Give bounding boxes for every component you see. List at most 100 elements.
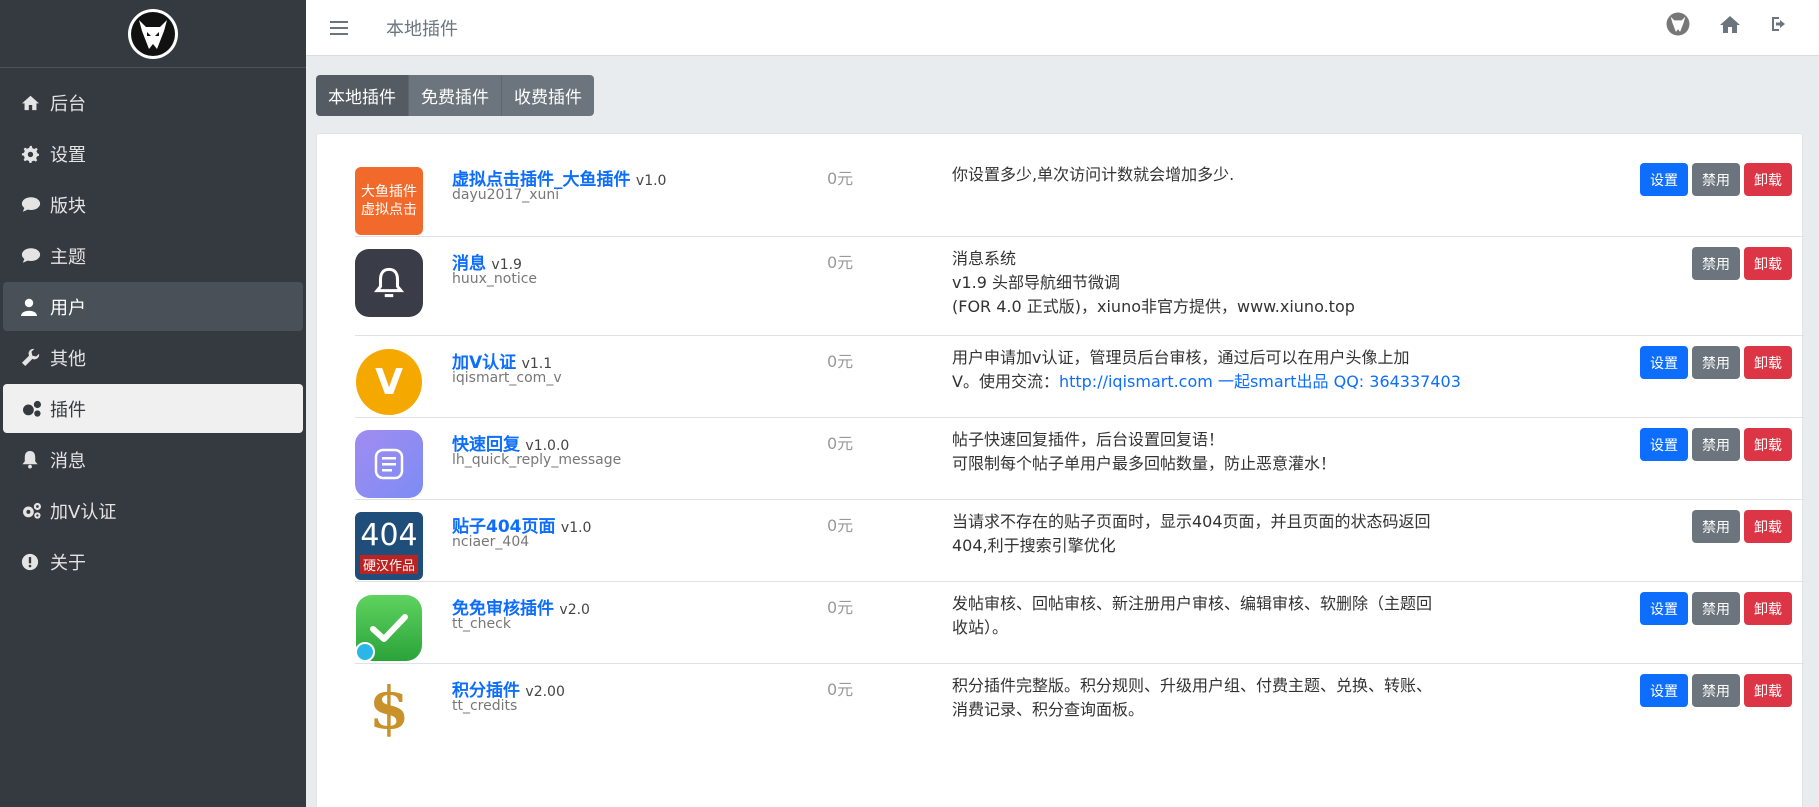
plugin-description: 当请求不存在的贴子页面时，显示404页面，并且页面的状态码返回 404,利于搜索引… xyxy=(952,510,1492,558)
sidebar-nav: 后台 设置版块主题 用户 其他插件消息加V认证关于 xyxy=(0,68,306,586)
plugin-actions: 禁用 卸载 xyxy=(1692,510,1792,543)
plugin-version: v1.0 xyxy=(560,520,592,536)
tab-free-plugins[interactable]: 免费插件 xyxy=(409,75,502,116)
plugin-settings-button[interactable]: 设置 xyxy=(1640,346,1688,379)
thumb-small-text: 硬汉作品 xyxy=(359,554,418,574)
plugin-uninstall-button[interactable]: 卸载 xyxy=(1744,674,1792,707)
plugin-desc-line: 帖子快速回复插件，后台设置回复语！ xyxy=(952,430,1225,449)
plugin-disable-button[interactable]: 禁用 xyxy=(1692,510,1740,543)
plugin-price: 0元 xyxy=(827,598,854,617)
hamburger-menu-icon[interactable] xyxy=(330,20,358,36)
plugin-id: nciaer_404 xyxy=(452,534,530,550)
plugin-desc-line: 用户申请加v认证，管理员后台审核，通过后可以在用户头像上加 xyxy=(952,348,1410,367)
home-icon[interactable] xyxy=(1719,14,1741,34)
plugin-disable-button[interactable]: 禁用 xyxy=(1692,163,1740,196)
sidebar-item-forums[interactable]: 版块 xyxy=(3,180,303,229)
logo[interactable] xyxy=(128,8,178,59)
sidebar-item-home[interactable]: 后台 xyxy=(3,78,303,127)
bull-logo-icon[interactable] xyxy=(1666,12,1690,36)
plugin-disable-button[interactable]: 禁用 xyxy=(1692,592,1740,625)
top-bar: 本地插件 xyxy=(306,0,1819,56)
plugin-id: tt_credits xyxy=(452,698,518,714)
plugin-uninstall-button[interactable]: 卸载 xyxy=(1744,346,1792,379)
sidebar-item-about[interactable]: 关于 xyxy=(3,537,303,586)
plugin-description: 帖子快速回复插件，后台设置回复语！ 可限制每个帖子单用户最多回帖数量，防止恶意灌水… xyxy=(952,428,1492,476)
plugin-uninstall-button[interactable]: 卸载 xyxy=(1744,247,1792,280)
plugin-settings-button[interactable]: 设置 xyxy=(1640,674,1688,707)
plugin-row: 消息 v1.9 huux_notice 0元 消息系统 v1.9 头部导航细节微调 (FO… xyxy=(355,236,1804,335)
sidebar-item-topics[interactable]: 主题 xyxy=(3,231,303,280)
plugin-thumbnail[interactable] xyxy=(355,430,423,498)
plugin-desc-line: V。使用交流： xyxy=(952,372,1059,391)
plugin-desc-line: 积分插件完整版。积分规则、升级用户组、付费主题、兑换、转账、 xyxy=(952,676,1433,695)
sidebar-item-settings[interactable]: 设置 xyxy=(3,129,303,178)
plugin-id: lh_quick_reply_message xyxy=(452,452,622,468)
plugin-thumbnail[interactable]: 404 硬汉作品 xyxy=(355,512,423,580)
sidebar-item-v-verify[interactable]: 加V认证 xyxy=(3,486,303,535)
thumb-text: 虚拟点击 xyxy=(361,202,417,218)
plugin-description: 你设置多少,单次访问计数就会增加多少. xyxy=(952,163,1492,187)
plugin-settings-button[interactable]: 设置 xyxy=(1640,428,1688,461)
logout-icon[interactable] xyxy=(1770,15,1790,33)
tab-local-plugins[interactable]: 本地插件 xyxy=(316,75,409,116)
comment-icon xyxy=(21,247,45,264)
plugin-desc-link[interactable]: http://iqismart.com 一起smart出品 QQ: 364337… xyxy=(1059,372,1461,391)
logo-area xyxy=(0,0,306,68)
plugin-disable-button[interactable]: 禁用 xyxy=(1692,346,1740,379)
sidebar-item-messages[interactable]: 消息 xyxy=(3,435,303,484)
plugin-thumbnail[interactable] xyxy=(355,249,423,317)
plugin-list: 大鱼插件 虚拟点击 虚拟点击插件_大鱼插件 v1.0 dayu2017_xuni 0元你… xyxy=(316,133,1804,807)
home-icon xyxy=(21,94,45,111)
plugin-thumbnail[interactable]: $ xyxy=(355,676,423,744)
cogs-icon xyxy=(21,400,45,418)
plugin-actions: 设置 禁用 卸载 xyxy=(1640,346,1792,379)
plugin-row: 快速回复 v1.0.0 lh_quick_reply_message 0元 帖子快速回… xyxy=(355,417,1804,499)
plugin-id: dayu2017_xuni xyxy=(452,187,560,203)
plugin-desc-line: 收站）。 xyxy=(952,618,1009,637)
plugin-disable-button[interactable]: 禁用 xyxy=(1692,247,1740,280)
sidebar-item-other[interactable]: 其他 xyxy=(3,333,303,382)
sidebar-item-users[interactable]: 用户 xyxy=(3,282,303,331)
sidebar-item-label: 版块 xyxy=(50,195,86,217)
plugin-row: 免免审核插件 v2.0 tt_check 0元 发帖审核、回帖审核、新注册用户审核、编… xyxy=(355,581,1804,663)
plugin-settings-button[interactable]: 设置 xyxy=(1640,163,1688,196)
sidebar-item-label: 消息 xyxy=(50,450,86,472)
sidebar-item-label: 插件 xyxy=(50,399,86,421)
sidebar-item-plugins[interactable]: 插件 xyxy=(3,384,303,433)
tab-paid-plugins[interactable]: 收费插件 xyxy=(502,75,594,116)
plugin-price: 0元 xyxy=(827,253,854,272)
plugin-disable-button[interactable]: 禁用 xyxy=(1692,428,1740,461)
plugin-thumbnail[interactable]: 大鱼插件 虚拟点击 xyxy=(355,167,423,235)
plugin-desc-line: 404,利于搜索引擎优化 xyxy=(952,536,1116,555)
plugin-row: 大鱼插件 虚拟点击 虚拟点击插件_大鱼插件 v1.0 dayu2017_xuni 0元你… xyxy=(355,134,1804,236)
comment-icon xyxy=(21,196,45,213)
plugin-actions: 设置 禁用 卸载 xyxy=(1640,428,1792,461)
plugin-uninstall-button[interactable]: 卸载 xyxy=(1744,163,1792,196)
plugin-price: 0元 xyxy=(827,680,854,699)
thumb-big-text: 404 xyxy=(360,517,418,553)
plugin-row: $ 积分插件 v2.00 tt_credits 0元 积分插件完整版。积分规则、升级用户… xyxy=(355,663,1804,763)
thumb-text: 大鱼插件 xyxy=(361,184,417,200)
plugin-thumbnail[interactable]: V xyxy=(355,348,423,416)
sidebar-item-label: 关于 xyxy=(50,552,86,574)
bell-icon xyxy=(21,450,45,469)
plugin-uninstall-button[interactable]: 卸载 xyxy=(1744,592,1792,625)
sidebar-item-label: 加V认证 xyxy=(50,501,117,523)
plugin-id: tt_check xyxy=(452,616,511,632)
thumb-symbol: $ xyxy=(368,676,410,742)
plugin-thumbnail[interactable] xyxy=(355,594,423,662)
plugin-description: 积分插件完整版。积分规则、升级用户组、付费主题、兑换、转账、 消费记录、积分查询面… xyxy=(952,674,1492,722)
plugin-uninstall-button[interactable]: 卸载 xyxy=(1744,428,1792,461)
plugin-description: 发帖审核、回帖审核、新注册用户审核、编辑审核、软删除（主题回 收站）。 xyxy=(952,592,1492,640)
plugin-settings-button[interactable]: 设置 xyxy=(1640,592,1688,625)
wrench-icon xyxy=(21,348,45,367)
plugin-row: V 加V认证 v1.1 iqismart_com_v 0元 用户申请加v认证，管理员后台… xyxy=(355,335,1804,417)
plugin-actions: 禁用 卸载 xyxy=(1692,247,1792,280)
plugin-price: 0元 xyxy=(827,352,854,371)
plugin-uninstall-button[interactable]: 卸载 xyxy=(1744,510,1792,543)
plugin-actions: 设置 禁用 卸载 xyxy=(1640,592,1792,625)
plugin-price: 0元 xyxy=(827,434,854,453)
plugin-price: 0元 xyxy=(827,516,854,535)
plugin-disable-button[interactable]: 禁用 xyxy=(1692,674,1740,707)
plugin-desc-line: 当请求不存在的贴子页面时，显示404页面，并且页面的状态码返回 xyxy=(952,512,1431,531)
